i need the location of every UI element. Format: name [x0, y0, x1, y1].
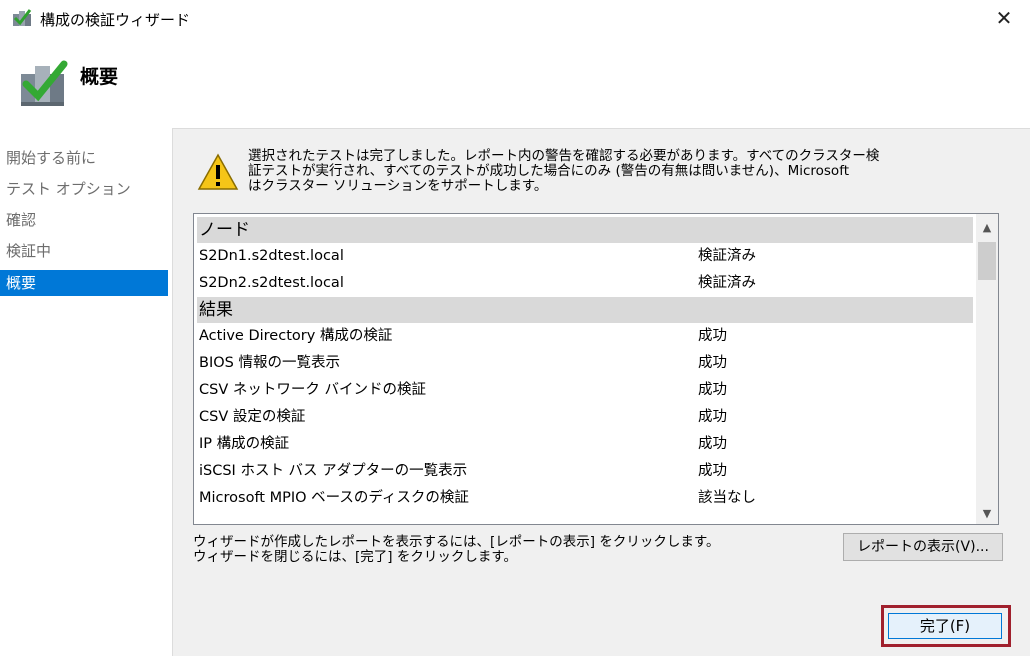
title-bar: 構成の検証ウィザード ✕	[0, 0, 1030, 40]
window-title: 構成の検証ウィザード	[40, 11, 191, 29]
summary-line: 証テストが実行され、すべてのテストが成功した場合にのみ (警告の有無は問いません…	[248, 163, 850, 179]
vertical-scrollbar[interactable]: ▲ ▼	[976, 214, 998, 524]
test-status: 成功	[698, 463, 727, 479]
test-name: CSV 設定の検証	[199, 409, 306, 425]
list-item[interactable]: S2Dn2.s2dtest.local 検証済み	[197, 270, 973, 297]
group-header-results: 結果	[197, 297, 973, 323]
warning-icon	[197, 153, 239, 191]
results-list-content: ノード S2Dn1.s2dtest.local 検証済み S2Dn2.s2dtes…	[197, 217, 973, 512]
test-name: IP 構成の検証	[199, 436, 290, 452]
nav-item-test-options[interactable]: テスト オプション	[0, 176, 168, 202]
footer-line: ウィザードを閉じるには、[完了] をクリックします。	[193, 549, 517, 565]
list-item[interactable]: iSCSI ホスト バス アダプターの一覧表示 成功	[197, 458, 973, 485]
nav-item-validating[interactable]: 検証中	[0, 238, 168, 264]
view-report-button[interactable]: レポートの表示(V)...	[843, 533, 1003, 561]
footer-instructions: ウィザードが作成したレポートを表示するには、[レポートの表示] をクリックします…	[193, 535, 719, 565]
test-status: 成功	[698, 409, 727, 425]
nav-item-before-you-begin[interactable]: 開始する前に	[0, 145, 168, 171]
node-status: 検証済み	[698, 248, 756, 264]
test-status: 成功	[698, 436, 727, 452]
test-name: BIOS 情報の一覧表示	[199, 355, 340, 371]
test-status: 該当なし	[698, 490, 756, 506]
bottom-bar: 完了(F)	[172, 600, 1030, 656]
test-name: Microsoft MPIO ベースのディスクの検証	[199, 490, 469, 506]
list-item[interactable]: Microsoft MPIO ベースのディスクの検証 該当なし	[197, 485, 973, 512]
page-title: 概要	[80, 66, 119, 88]
main-panel: 選択されたテストは完了しました。レポート内の警告を確認する必要があります。すべて…	[172, 128, 1030, 600]
finish-button[interactable]: 完了(F)	[888, 613, 1002, 639]
results-list[interactable]: ノード S2Dn1.s2dtest.local 検証済み S2Dn2.s2dtes…	[193, 213, 999, 525]
summary-line: 選択されたテストは完了しました。レポート内の警告を確認する必要があります。すべて…	[248, 148, 880, 164]
test-name: iSCSI ホスト バス アダプターの一覧表示	[199, 463, 468, 479]
node-name: S2Dn1.s2dtest.local	[199, 248, 344, 264]
node-status: 検証済み	[698, 275, 756, 291]
footer-line: ウィザードが作成したレポートを表示するには、[レポートの表示] をクリックします…	[193, 534, 720, 550]
wizard-check-icon	[12, 8, 32, 28]
nav-item-summary[interactable]: 概要	[0, 270, 168, 296]
scroll-thumb[interactable]	[978, 242, 996, 280]
list-item[interactable]: CSV ネットワーク バインドの検証 成功	[197, 377, 973, 404]
test-status: 成功	[698, 382, 727, 398]
summary-message: 選択されたテストは完了しました。レポート内の警告を確認する必要があります。すべて…	[248, 149, 938, 194]
test-status: 成功	[698, 355, 727, 371]
summary-line: はクラスター ソリューションをサポートします。	[248, 178, 548, 194]
scroll-down-icon[interactable]: ▼	[976, 504, 998, 524]
list-item[interactable]: IP 構成の検証 成功	[197, 431, 973, 458]
test-name: Active Directory 構成の検証	[199, 328, 393, 344]
header: 概要	[0, 40, 1030, 128]
nav-item-confirmation[interactable]: 確認	[0, 207, 168, 233]
group-header-nodes: ノード	[197, 217, 973, 243]
test-name: CSV ネットワーク バインドの検証	[199, 382, 426, 398]
list-item[interactable]: Active Directory 構成の検証 成功	[197, 323, 973, 350]
wizard-nav: 開始する前に テスト オプション 確認 検証中 概要	[0, 128, 172, 656]
list-item[interactable]: CSV 設定の検証 成功	[197, 404, 973, 431]
list-item[interactable]: BIOS 情報の一覧表示 成功	[197, 350, 973, 377]
close-icon[interactable]: ✕	[986, 4, 1022, 32]
test-status: 成功	[698, 328, 727, 344]
scroll-up-icon[interactable]: ▲	[976, 218, 998, 238]
list-item[interactable]: S2Dn1.s2dtest.local 検証済み	[197, 243, 973, 270]
wizard-check-icon	[18, 58, 68, 108]
node-name: S2Dn2.s2dtest.local	[199, 275, 344, 291]
